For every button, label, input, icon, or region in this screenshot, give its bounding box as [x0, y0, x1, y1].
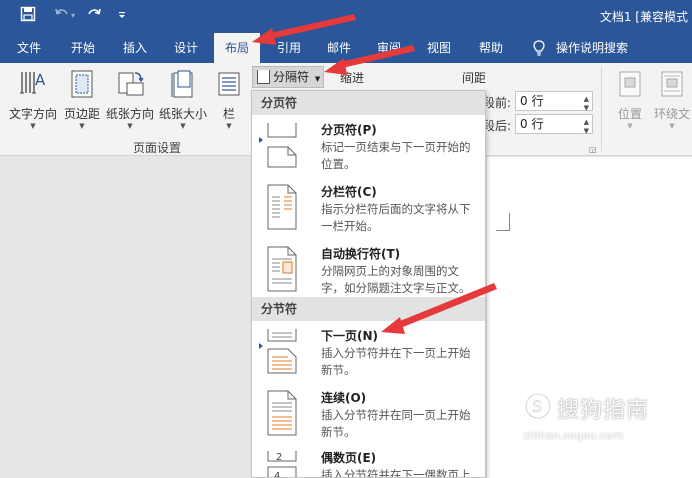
- svg-text:A: A: [35, 71, 46, 89]
- text-wrapping-break-icon: [264, 245, 300, 293]
- column-break-icon: [264, 183, 300, 231]
- document-title: 文档1 [兼容模式: [599, 10, 688, 24]
- save-icon[interactable]: [18, 6, 38, 26]
- wrap-text-icon: [652, 69, 692, 102]
- tab-insert[interactable]: 插入: [114, 33, 156, 63]
- tab-help[interactable]: 帮助: [470, 33, 512, 63]
- svg-text:2: 2: [276, 452, 282, 463]
- spacing-after-label: 段后:: [483, 119, 512, 133]
- tell-me-search[interactable]: 操作说明搜索: [556, 33, 640, 63]
- columns-icon: [214, 69, 244, 102]
- selected-marker-icon: [259, 137, 263, 143]
- next-page-section-icon: [264, 327, 300, 375]
- chevron-down-icon: ▼: [30, 122, 36, 130]
- ribbon-tabs: 文件 开始 插入 设计 布局 引用 邮件 审阅 视图 帮助 操作说明搜索: [0, 33, 692, 63]
- paragraph-dialog-launcher-icon[interactable]: ◲: [589, 145, 597, 154]
- menu-item-column-break[interactable]: 分栏符(C) 指示分栏符后面的文字将从下一栏开始。: [252, 179, 485, 241]
- lightbulb-icon: [531, 39, 547, 57]
- tab-mailings[interactable]: 邮件: [318, 33, 360, 63]
- breaks-button[interactable]: 分隔符 ▼: [252, 66, 324, 88]
- menu-item-even-page[interactable]: 24 偶数页(E) 插入分节符并在下一偶数页上: [252, 445, 485, 478]
- position-icon: [610, 69, 650, 102]
- spacing-before-label: 段前:: [483, 96, 512, 110]
- chevron-down-icon: ▼: [127, 122, 133, 130]
- spin-down-icon[interactable]: ▼: [584, 122, 589, 140]
- margin-marker: [496, 230, 510, 231]
- title-bar: ▾ 文档1 [兼容模式: [0, 0, 692, 33]
- page-break-icon: [264, 121, 300, 169]
- margins-button[interactable]: 页边距 ▼: [62, 69, 102, 131]
- page-setup-group-label: 页面设置: [133, 141, 182, 155]
- selected-marker-icon: [259, 343, 263, 349]
- menu-item-continuous[interactable]: 连续(O) 插入分节符并在同一页上开始新节。: [252, 385, 485, 445]
- indent-label: 缩进: [340, 71, 365, 85]
- chevron-down-icon: ▼: [226, 122, 232, 130]
- chevron-down-icon: ▼: [79, 122, 85, 130]
- tab-layout[interactable]: 布局: [214, 33, 260, 63]
- spacing-after-input[interactable]: 0 行 ▲ ▼: [515, 114, 593, 135]
- customize-toolbar-icon[interactable]: [112, 6, 132, 26]
- tab-view[interactable]: 视图: [418, 33, 460, 63]
- position-button[interactable]: 位置 ▼: [610, 69, 650, 131]
- breaks-menu: 分页符 分页符(P) 标记一页结束与下一页开始的位置。 分栏符(C) 指示分栏符…: [251, 90, 486, 478]
- redo-icon[interactable]: [84, 6, 104, 26]
- wrap-text-button[interactable]: 环绕文 ▼: [652, 69, 692, 131]
- paper-size-button[interactable]: 纸张大小 ▼: [157, 69, 209, 131]
- tab-design[interactable]: 设计: [165, 33, 207, 63]
- columns-button[interactable]: 栏 ▼: [214, 69, 244, 131]
- tab-review[interactable]: 审阅: [368, 33, 410, 63]
- orientation-button[interactable]: 纸张方向 ▼: [104, 69, 156, 131]
- spacing-label: 间距: [462, 71, 487, 85]
- page-breaks-header: 分页符: [252, 91, 485, 115]
- tab-references[interactable]: 引用: [268, 33, 310, 63]
- even-page-section-icon: 24: [264, 449, 300, 478]
- breaks-icon: [257, 70, 270, 84]
- menu-item-text-wrapping-break[interactable]: 自动换行符(T) 分隔网页上的对象周围的文字，如分隔题注文字与正文。: [252, 241, 485, 303]
- menu-item-next-page[interactable]: 下一页(N) 插入分节符并在下一页上开始新节。: [252, 323, 485, 383]
- spacing-before-input[interactable]: 0 行 ▲ ▼: [515, 91, 593, 112]
- margins-icon: [62, 69, 102, 102]
- menu-item-page-break[interactable]: 分页符(P) 标记一页结束与下一页开始的位置。: [252, 117, 485, 179]
- text-direction-icon: A: [6, 69, 60, 102]
- section-breaks-header: 分节符: [252, 297, 485, 321]
- continuous-section-icon: [264, 389, 300, 437]
- sogou-logo-icon: S: [524, 392, 552, 420]
- tab-file[interactable]: 文件: [8, 33, 50, 63]
- chevron-down-icon: ▼: [180, 122, 186, 130]
- chevron-down-icon: ▼: [669, 122, 675, 130]
- paper-size-icon: [157, 69, 209, 102]
- svg-text:S: S: [532, 397, 542, 416]
- sogou-watermark: S 搜狗指南 zhinan.sogou.com: [519, 389, 689, 449]
- text-direction-button[interactable]: A 文字方向 ▼: [6, 69, 60, 131]
- svg-text:4: 4: [274, 471, 280, 478]
- undo-dropdown-icon[interactable]: ▾: [68, 6, 78, 26]
- margin-marker: [509, 213, 510, 231]
- chevron-down-icon: ▼: [314, 75, 321, 83]
- orientation-icon: [104, 69, 156, 102]
- tab-home[interactable]: 开始: [62, 33, 104, 63]
- group-divider: [601, 67, 602, 151]
- chevron-down-icon: ▼: [627, 122, 633, 130]
